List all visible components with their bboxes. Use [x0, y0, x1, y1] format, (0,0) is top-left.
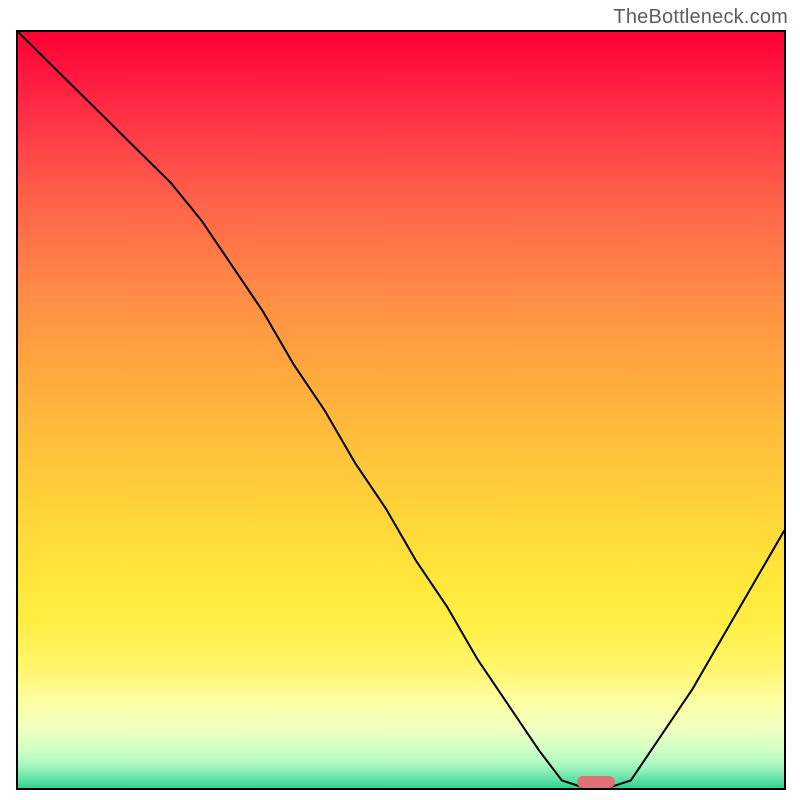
chart-frame [16, 30, 786, 790]
watermark-text: TheBottleneck.com [613, 6, 788, 29]
chart-background-gradient [18, 32, 784, 788]
